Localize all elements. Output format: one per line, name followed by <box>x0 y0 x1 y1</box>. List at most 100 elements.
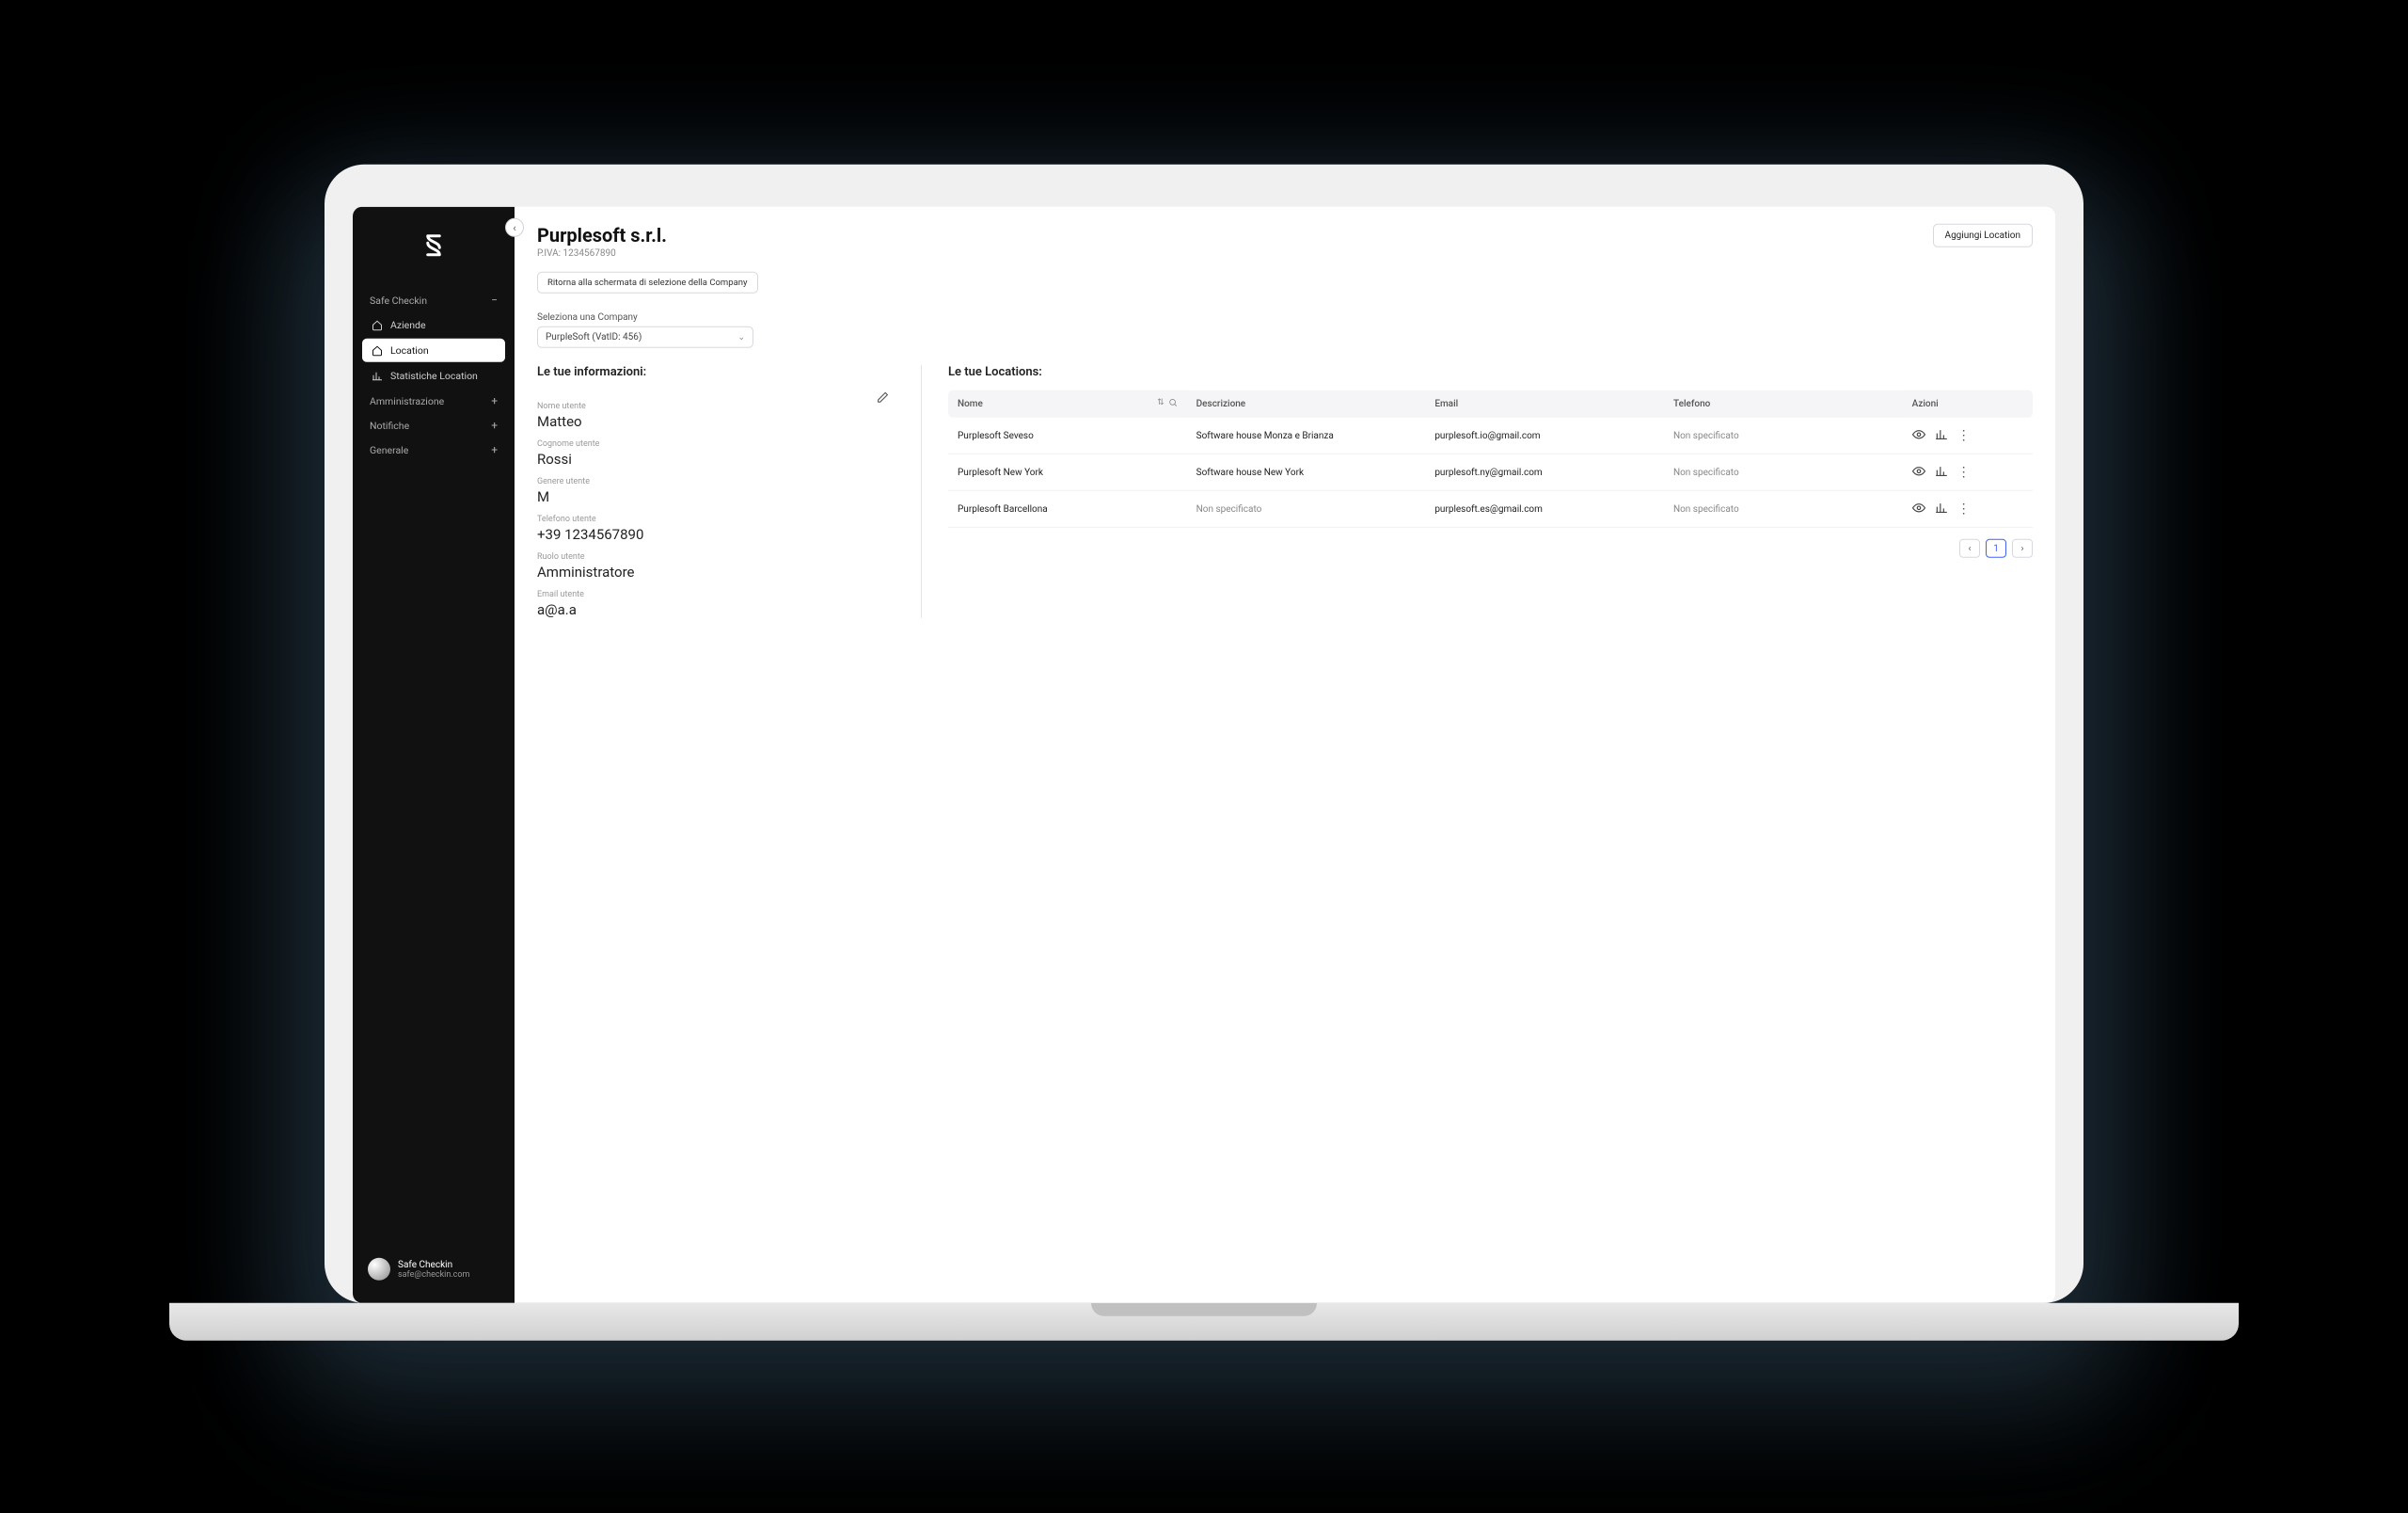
cell-azioni: ⋮ <box>1903 454 2033 490</box>
nav-group-label: Notifiche <box>370 419 409 431</box>
column-divider <box>921 365 922 618</box>
add-location-button[interactable]: Aggiungi Location <box>1933 224 2033 247</box>
stats-button[interactable] <box>1935 502 1948 516</box>
cell-azioni: ⋮ <box>1903 418 2033 454</box>
plus-icon: + <box>491 419 498 432</box>
info-label: Nome utente <box>537 402 876 411</box>
cell-descrizione: Non specificato <box>1187 490 1426 527</box>
nav-group-label: Safe Checkin <box>370 294 427 306</box>
search-icon[interactable] <box>1168 398 1178 410</box>
plus-icon: + <box>491 443 498 456</box>
cell-telefono: Non specificato <box>1664 490 1903 527</box>
cell-nome: Purplesoft New York <box>948 454 1187 490</box>
company-select-value: PurpleSoft (VatID: 456) <box>546 332 642 342</box>
row-menu-button[interactable]: ⋮ <box>1957 429 1971 442</box>
cell-telefono: Non specificato <box>1664 454 1903 490</box>
sidebar: ‹ Safe Checkin − Aziende Location Statis… <box>353 207 515 1303</box>
nav-group-generale[interactable]: Generale + <box>362 438 505 462</box>
main-content: Purplesoft s.r.l. P.IVA: 1234567890 Aggi… <box>515 207 2055 1303</box>
cell-email: purplesoft.ny@gmail.com <box>1425 454 1664 490</box>
avatar[interactable] <box>368 1258 390 1281</box>
page-number-button[interactable]: 1 <box>1986 539 2006 558</box>
sort-icon[interactable]: ⇅ <box>1157 398 1164 410</box>
stats-button[interactable] <box>1935 429 1948 442</box>
info-value: Amministratore <box>537 564 876 581</box>
info-label: Genere utente <box>537 477 876 486</box>
view-button[interactable] <box>1912 502 1925 516</box>
cell-nome: Purplesoft Seveso <box>948 418 1187 454</box>
eye-icon <box>1912 427 1925 443</box>
pencil-icon <box>877 391 889 404</box>
sidebar-item-label: Statistiche Location <box>390 370 478 382</box>
eye-icon <box>1912 501 1925 517</box>
page-next-button[interactable]: › <box>2012 539 2033 558</box>
view-button[interactable] <box>1912 429 1925 442</box>
chart-icon <box>372 370 383 381</box>
chevron-down-icon: ⌄ <box>737 332 745 342</box>
cell-telefono: Non specificato <box>1664 418 1903 454</box>
table-row: Purplesoft SevesoSoftware house Monza e … <box>948 418 2033 454</box>
row-menu-button[interactable]: ⋮ <box>1957 502 1971 516</box>
col-azioni[interactable]: Azioni <box>1903 390 2033 418</box>
row-menu-button[interactable]: ⋮ <box>1957 466 1971 479</box>
info-label: Cognome utente <box>537 439 876 449</box>
dots-vertical-icon: ⋮ <box>1957 428 1971 443</box>
cell-descrizione: Software house Monza e Brianza <box>1187 418 1426 454</box>
info-value: a@a.a <box>537 601 876 618</box>
stats-button[interactable] <box>1935 466 1948 479</box>
chart-icon <box>1935 464 1948 480</box>
chart-icon <box>1935 501 1948 517</box>
nav-group-label: Generale <box>370 443 408 455</box>
sidebar-item-aziende[interactable]: Aziende <box>362 313 505 337</box>
sidebar-item-label: Location <box>390 344 429 357</box>
app-logo <box>418 230 450 262</box>
page-title: Purplesoft s.r.l. <box>537 224 667 247</box>
cell-nome: Purplesoft Barcellona <box>948 490 1187 527</box>
sidebar-collapse-button[interactable]: ‹ <box>505 218 524 237</box>
company-select[interactable]: PurpleSoft (VatID: 456) ⌄ <box>537 326 753 348</box>
home-icon <box>372 344 383 356</box>
info-value: M <box>537 488 876 505</box>
eye-icon <box>1912 464 1925 480</box>
pagination: ‹ 1 › <box>948 539 2033 558</box>
chart-icon <box>1935 427 1948 443</box>
view-button[interactable] <box>1912 466 1925 479</box>
nav-group-amministrazione[interactable]: Amministrazione + <box>362 389 505 413</box>
table-row: Purplesoft BarcellonaNon specificatopurp… <box>948 490 2033 527</box>
footer-user-name: Safe Checkin <box>398 1259 469 1269</box>
cell-email: purplesoft.io@gmail.com <box>1425 418 1664 454</box>
dots-vertical-icon: ⋮ <box>1957 502 1971 517</box>
footer-user-email: safe@checkin.com <box>398 1269 469 1279</box>
info-label: Telefono utente <box>537 515 876 524</box>
nav-group-label: Amministrazione <box>370 394 444 406</box>
col-descrizione[interactable]: Descrizione <box>1187 390 1426 418</box>
table-row: Purplesoft New YorkSoftware house New Yo… <box>948 454 2033 490</box>
plus-icon: + <box>491 394 498 407</box>
sidebar-item-label: Aziende <box>390 319 426 331</box>
company-select-label: Seleziona una Company <box>537 312 2033 323</box>
page-prev-button[interactable]: ‹ <box>1959 539 1980 558</box>
back-button[interactable]: Ritorna alla schermata di selezione dell… <box>537 272 758 294</box>
col-email[interactable]: Email <box>1425 390 1664 418</box>
edit-button[interactable] <box>877 391 889 406</box>
sidebar-item-location[interactable]: Location <box>362 339 505 362</box>
locations-table: Nome ⇅ Descrizione Email Tele <box>948 390 2033 528</box>
dots-vertical-icon: ⋮ <box>1957 465 1971 480</box>
info-section-title: Le tue informazioni: <box>537 365 876 379</box>
col-nome[interactable]: Nome ⇅ <box>948 390 1187 418</box>
nav-group-notifiche[interactable]: Notifiche + <box>362 413 505 438</box>
nav-group-safe-checkin[interactable]: Safe Checkin − <box>362 288 505 312</box>
col-telefono[interactable]: Telefono <box>1664 390 1903 418</box>
cell-azioni: ⋮ <box>1903 490 2033 527</box>
sidebar-item-statistiche[interactable]: Statistiche Location <box>362 364 505 388</box>
company-vat: P.IVA: 1234567890 <box>537 248 667 259</box>
app-screen: ‹ Safe Checkin − Aziende Location Statis… <box>353 207 2055 1303</box>
home-icon <box>372 319 383 330</box>
info-value: Rossi <box>537 451 876 468</box>
cell-descrizione: Software house New York <box>1187 454 1426 490</box>
cell-email: purplesoft.es@gmail.com <box>1425 490 1664 527</box>
info-value: Matteo <box>537 413 876 430</box>
chevron-left-icon: ‹ <box>513 221 515 233</box>
minus-icon: − <box>491 294 498 307</box>
sidebar-footer: Safe Checkin safe@checkin.com <box>362 1252 505 1286</box>
